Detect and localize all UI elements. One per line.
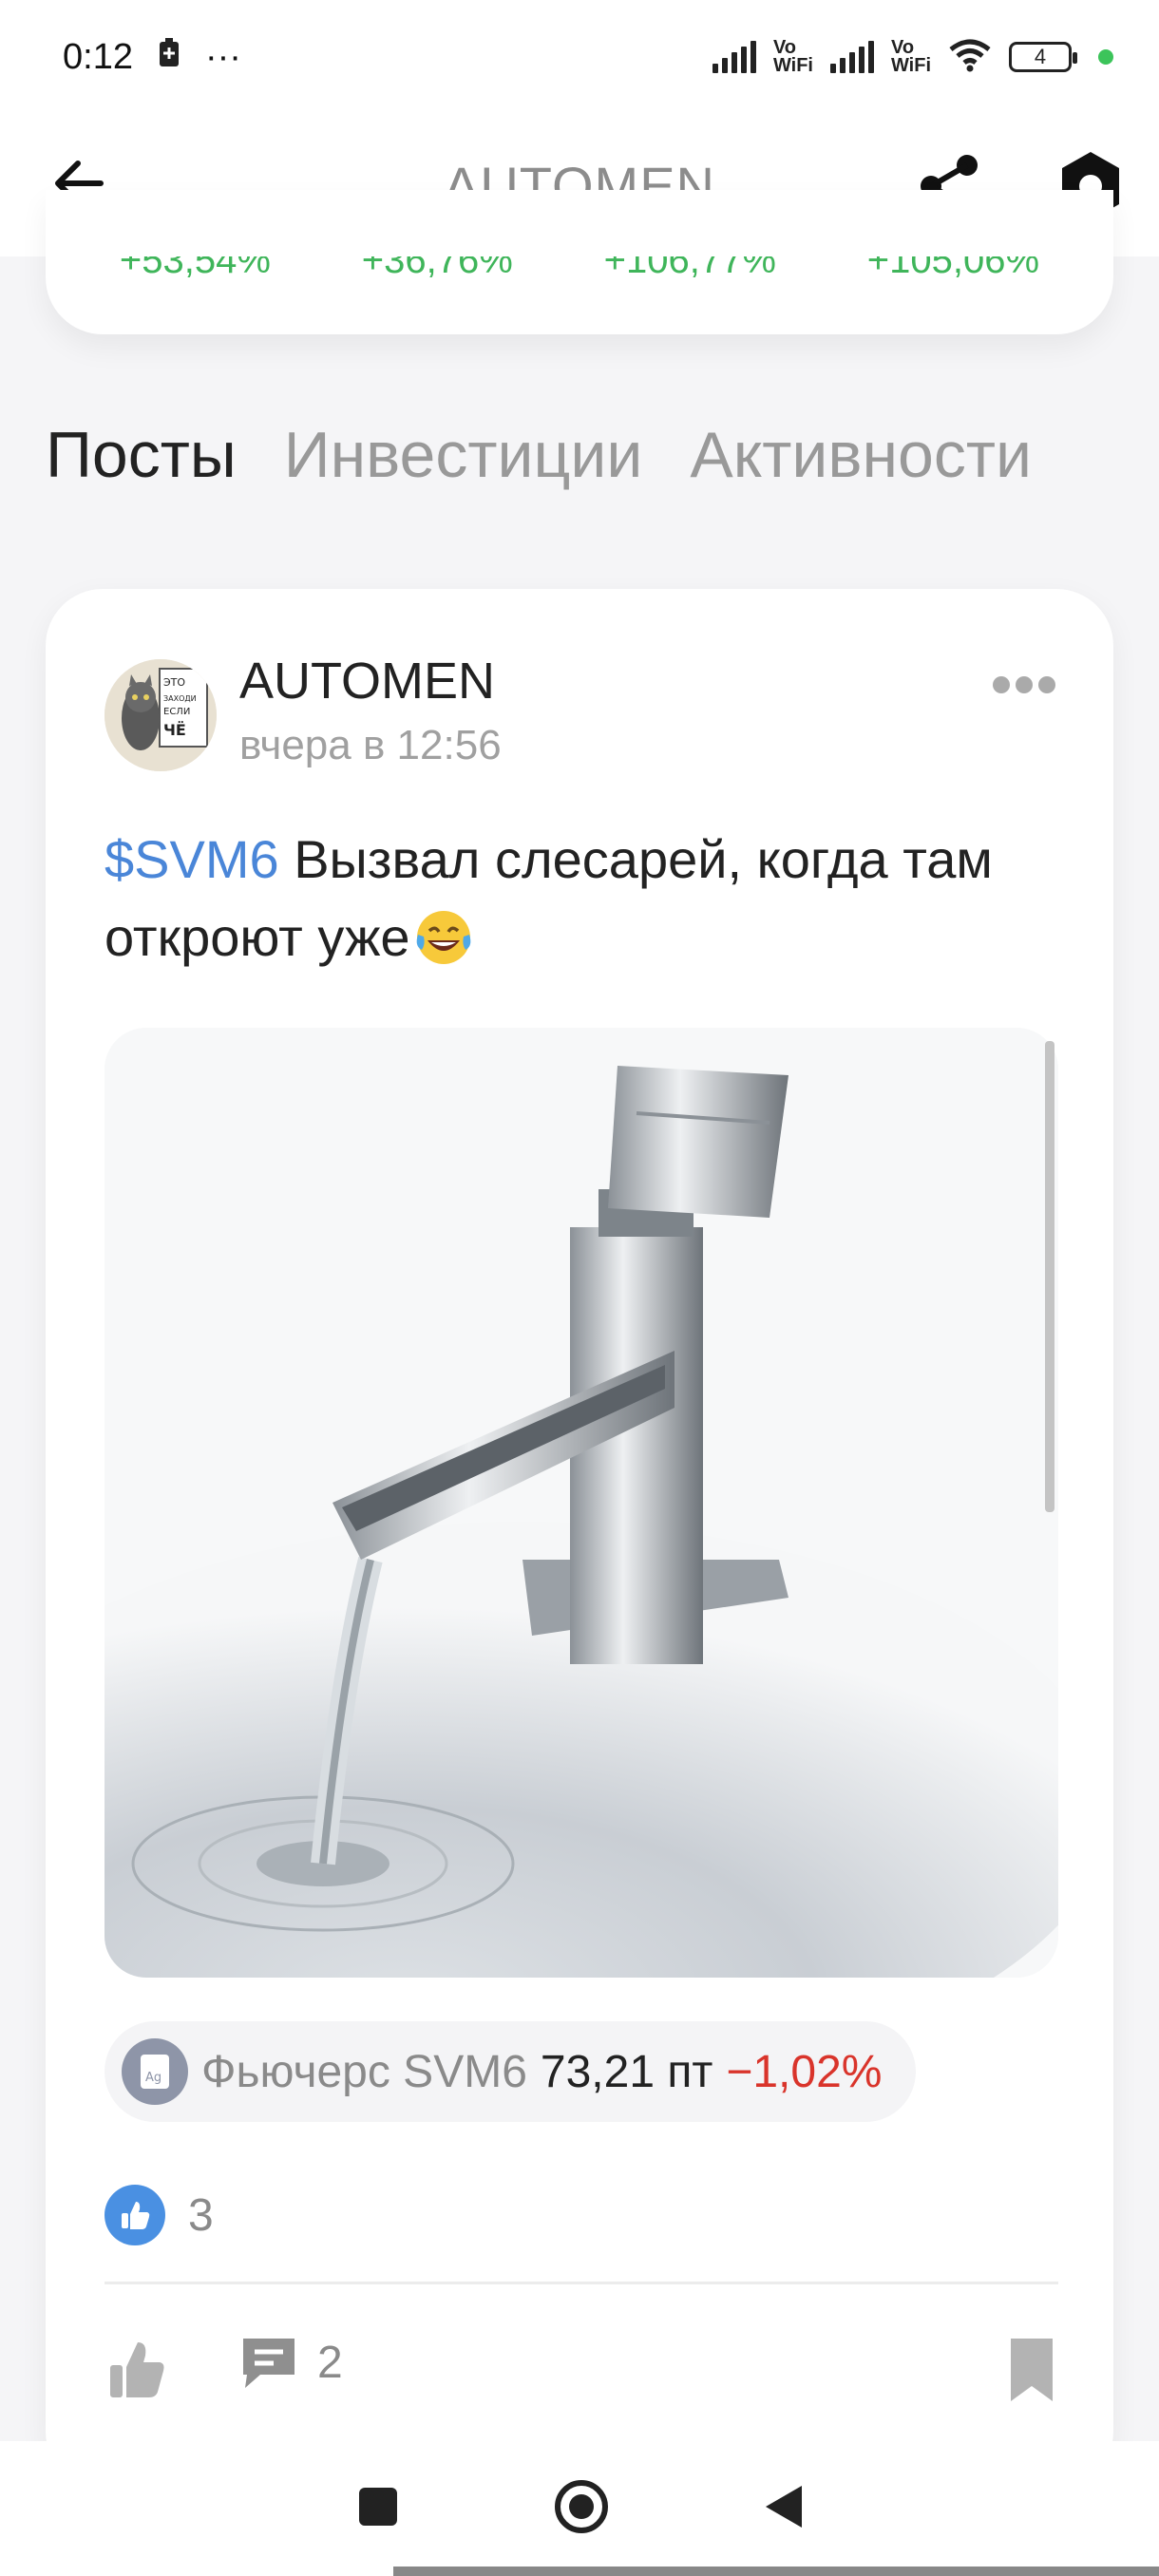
wifi-icon (948, 38, 992, 77)
more-notifications-icon: ··· (204, 36, 241, 77)
square-icon (359, 2487, 397, 2526)
instrument-price: 73,21 пт (540, 2046, 713, 2097)
comments-count: 2 (317, 2337, 343, 2388)
tab-activities[interactable]: Активности (690, 418, 1032, 492)
instrument-name: Фьючерс SVM6 (201, 2046, 527, 2097)
thumbs-up-badge-icon (104, 2185, 165, 2245)
privacy-indicator-dot (1098, 49, 1113, 65)
svg-text:ЕСЛИ: ЕСЛИ (163, 707, 190, 717)
system-nav-bar (0, 2441, 1159, 2576)
status-bar: 0:12 ··· Vo WiFi Vo WiFi 4 (0, 0, 1159, 114)
avatar[interactable]: ЭТО ЗАХОДИ ЕСЛИ ЧЁ (104, 659, 217, 771)
instrument-chip[interactable]: Ag Фьючерс SVM6 73,21 пт −1,02% (104, 2021, 917, 2122)
divider (104, 2282, 1058, 2284)
futures-icon: Ag (122, 2038, 188, 2105)
avatar-cat-image: ЭТО ЗАХОДИ ЕСЛИ ЧЁ (104, 659, 217, 771)
battery-saver-icon (158, 37, 180, 78)
laughing-emoji-icon (410, 902, 477, 969)
recents-button[interactable] (355, 2484, 401, 2534)
bookmark-icon (1011, 2339, 1053, 2401)
profile-tabs: Посты Инвестиции Активности (46, 418, 1032, 492)
post-text: $SVM6 Вызвал слесарей, когда там откроют… (104, 821, 1064, 976)
signal-icon (712, 41, 756, 73)
svg-text:Ag: Ag (145, 2071, 162, 2085)
like-button[interactable] (104, 2337, 171, 2403)
instrument-change: −1,02% (726, 2046, 883, 2097)
bookmark-button[interactable] (1005, 2335, 1058, 2405)
svg-text:ЧЁ: ЧЁ (163, 721, 186, 739)
svg-text:ЭТО: ЭТО (163, 676, 185, 689)
clock: 0:12 (63, 36, 133, 77)
ticker-link[interactable]: $SVM6 (104, 829, 279, 889)
post-actions: 2 (104, 2320, 1058, 2424)
post-author[interactable]: AUTOMEN (239, 652, 495, 710)
thumbs-up-icon (110, 2342, 164, 2397)
post-timestamp: вчера в 12:56 (239, 722, 502, 768)
back-nav-button[interactable] (762, 2482, 804, 2536)
post-image-faucet[interactable] (104, 1028, 1058, 1978)
tab-investments[interactable]: Инвестиции (284, 418, 643, 492)
post-card: ЭТО ЗАХОДИ ЕСЛИ ЧЁ AUTOMEN вчера в 12:56… (46, 589, 1113, 2489)
more-dots-icon (993, 676, 1055, 693)
tab-posts[interactable]: Посты (46, 418, 237, 492)
likes-count: 3 (188, 2189, 214, 2241)
vowifi-label-2: Vo WiFi (890, 37, 931, 76)
comment-icon (243, 2339, 294, 2388)
circle-home-icon (555, 2479, 608, 2533)
comment-button[interactable]: 2 (238, 2333, 343, 2392)
svg-text:ЗАХОДИ: ЗАХОДИ (163, 694, 197, 703)
image-scroll-indicator (1045, 1041, 1054, 1512)
gesture-bar (393, 2567, 1159, 2576)
stats-card-overlap (46, 190, 1113, 256)
home-button[interactable] (553, 2478, 610, 2540)
portfolio-stats-card: +53,54% +36,76% +106,77% +105,06% (46, 190, 1113, 334)
battery-icon: 4 (1009, 42, 1077, 72)
triangle-back-icon (766, 2485, 802, 2528)
reactions-summary[interactable]: 3 (104, 2185, 214, 2245)
signal-icon-2 (829, 41, 874, 73)
vowifi-label: Vo WiFi (772, 37, 813, 76)
post-more-button[interactable] (990, 671, 1058, 699)
